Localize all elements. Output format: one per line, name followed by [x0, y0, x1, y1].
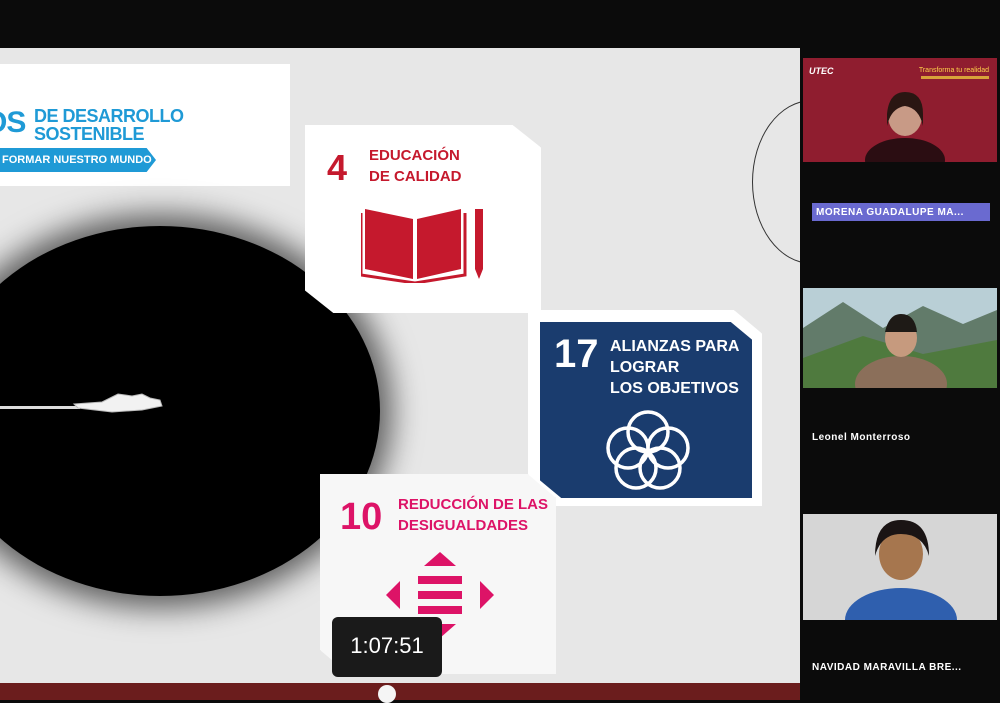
- card-title-line: LOS OBJETIVOS: [610, 380, 739, 397]
- avatar: [865, 92, 945, 162]
- sdg-ribbon: FORMAR NUESTRO MUNDO: [0, 148, 156, 172]
- card-title-line: LOGRAR: [610, 359, 680, 376]
- participant-name-2: Leonel Monterroso: [812, 432, 911, 443]
- avatar: [803, 514, 997, 620]
- shared-screen: OS DE DESARROLLO SOSTENIBLE FORMAR NUEST…: [0, 48, 800, 688]
- book-pencil-icon: [361, 209, 483, 283]
- participant-video-2[interactable]: [803, 288, 997, 388]
- tagline-underline: [921, 76, 989, 79]
- participant-video-3[interactable]: [803, 514, 997, 620]
- video-timestamp: 1:07:51: [332, 617, 442, 677]
- utec-logo: UTEC: [809, 66, 834, 76]
- progress-knob[interactable]: [378, 685, 396, 703]
- utec-tagline: Transforma tu realidad: [918, 67, 989, 74]
- card-title-line: DE CALIDAD: [369, 168, 462, 185]
- participant-name-1: MORENA GUADALUPE MA...: [812, 203, 990, 221]
- sdg-card-17: 17 ALIANZAS PARA LOGRAR LOS OBJETIVOS: [528, 310, 762, 506]
- card-number: 17: [554, 332, 599, 376]
- bottom-bar: [0, 683, 800, 700]
- sdg-letters: OS: [0, 106, 26, 139]
- card-title-line: REDUCCIÓN DE LAS: [398, 496, 549, 513]
- participant-name-3: NAVIDAD MARAVILLA BRE...: [812, 662, 962, 673]
- card-title-line: DESIGUALDADES: [398, 517, 529, 534]
- card-title: EDUCACIÓN DE CALIDAD: [369, 145, 462, 187]
- card-17-inner: 17 ALIANZAS PARA LOGRAR LOS OBJETIVOS: [540, 322, 752, 498]
- sdg-banner: OS DE DESARROLLO SOSTENIBLE FORMAR NUEST…: [0, 64, 290, 186]
- card-number: 10: [340, 496, 383, 538]
- wand-stick: [0, 406, 80, 409]
- card-number: 4: [327, 147, 348, 188]
- mountain-background: [803, 288, 997, 388]
- video-frame: OS DE DESARROLLO SOSTENIBLE FORMAR NUEST…: [0, 0, 1000, 703]
- sdg-card-4: 4 EDUCACIÓN DE CALIDAD: [305, 125, 541, 313]
- participant-video-1[interactable]: UTEC Transforma tu realidad: [803, 58, 997, 162]
- card-title: ALIANZAS PARA LOGRAR LOS OBJETIVOS: [610, 336, 739, 399]
- glove-icon: [72, 393, 163, 413]
- card-title: REDUCCIÓN DE LAS DESIGUALDADES: [398, 494, 548, 536]
- circle-outline-shape: [752, 100, 800, 264]
- sdg-line2: SOSTENIBLE: [34, 124, 145, 144]
- card-title-line: ALIANZAS PARA: [610, 338, 740, 355]
- card-title-line: EDUCACIÓN: [369, 147, 460, 164]
- flower-rings-icon: [606, 410, 690, 490]
